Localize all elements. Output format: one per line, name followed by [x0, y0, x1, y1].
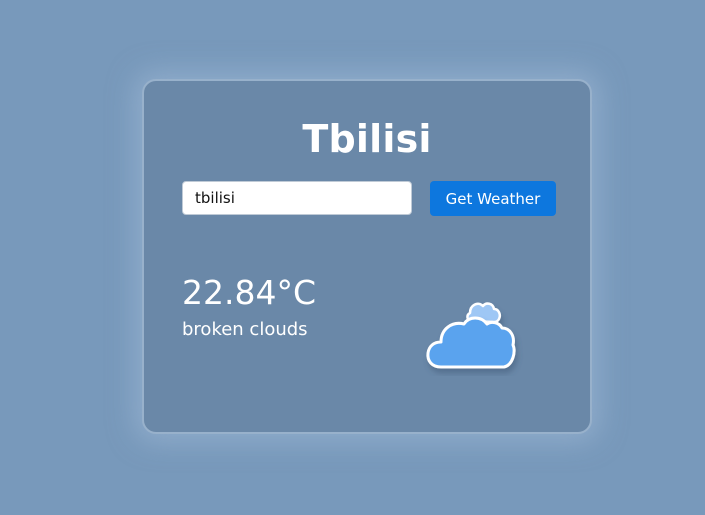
weather-description: broken clouds [182, 319, 308, 340]
weather-card: Tbilisi Get Weather 22.84°C broken cloud… [142, 79, 592, 434]
city-search-input[interactable] [182, 181, 412, 215]
get-weather-button[interactable]: Get Weather [430, 181, 556, 216]
broken-clouds-icon [426, 302, 516, 369]
temperature-value: 22.84°C [182, 273, 317, 312]
city-title: Tbilisi [302, 117, 432, 161]
